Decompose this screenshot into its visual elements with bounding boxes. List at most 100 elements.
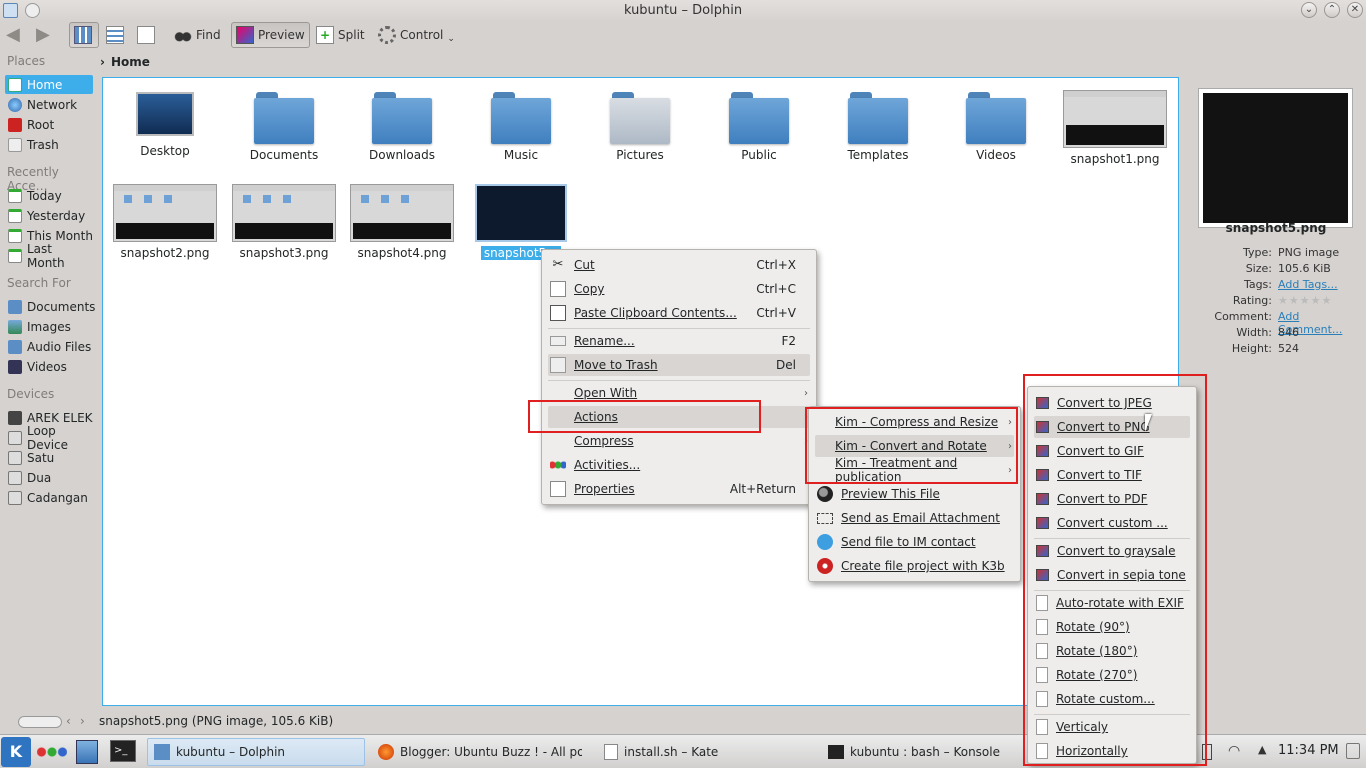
file-item[interactable]: snapshot1.png [1059, 90, 1171, 166]
file-item[interactable]: Documents [228, 92, 340, 162]
scroll-right-icon[interactable]: › [80, 714, 85, 728]
breadcrumb-home[interactable]: Home [111, 55, 150, 69]
find-label: Find [196, 28, 221, 42]
file-item[interactable]: Videos [940, 92, 1052, 162]
search-videos[interactable]: Videos [5, 357, 93, 376]
firefox-icon [378, 744, 394, 760]
activities-icon [550, 457, 566, 473]
rating-stars[interactable]: ★★★★★ [1278, 294, 1332, 307]
search-section-heading: Search For [7, 276, 71, 290]
folder-icon [372, 92, 432, 144]
control-button[interactable]: Control ⌄ [374, 22, 459, 48]
home-icon [8, 77, 22, 92]
menu-item-activities[interactable]: Activities... [548, 454, 810, 476]
dolphin-icon [154, 744, 170, 760]
split-button[interactable]: + Split [312, 22, 369, 48]
search-images[interactable]: Images [5, 317, 93, 336]
search-documents[interactable]: Documents [5, 297, 95, 316]
search-images-label: Images [27, 319, 71, 334]
activities-icon[interactable] [37, 747, 67, 757]
scroll-left-icon[interactable]: ‹ [66, 714, 71, 728]
place-network[interactable]: Network [5, 95, 93, 114]
terminal-launcher-icon[interactable]: >_ [110, 740, 136, 762]
preview-icon [236, 26, 254, 44]
search-videos-label: Videos [27, 359, 67, 374]
icons-view-icon [74, 26, 92, 44]
file-manager-launcher-icon[interactable] [76, 740, 98, 764]
forward-arrow-icon[interactable]: ▶ [36, 26, 56, 44]
place-root-label: Root [27, 117, 55, 132]
compact-view-icon [137, 26, 155, 44]
zoom-slider[interactable] [18, 716, 62, 728]
file-item[interactable]: snapshot3.png [228, 184, 340, 260]
preview-button[interactable]: Preview [231, 22, 310, 48]
close-button[interactable]: ✕ [1347, 2, 1363, 18]
find-button[interactable]: Find [170, 22, 225, 48]
tray-expand-icon[interactable]: ▲ [1258, 743, 1266, 756]
place-network-label: Network [27, 97, 78, 112]
device-loop[interactable]: Loop Device [5, 424, 93, 452]
chevron-right-icon: › [100, 55, 105, 69]
file-item[interactable]: Pictures [584, 92, 696, 162]
info-filename: snapshot5.png [1225, 221, 1327, 235]
file-item[interactable]: snapshot2.png [109, 184, 221, 260]
file-item[interactable]: Downloads [346, 92, 458, 162]
place-root[interactable]: Root [5, 115, 93, 134]
search-audio[interactable]: Audio Files [5, 337, 93, 356]
places-section-heading: Places [7, 54, 46, 68]
device-cadangan[interactable]: Cadangan [5, 488, 93, 507]
recent-yesterday[interactable]: Yesterday [5, 206, 93, 225]
menu-item-copy[interactable]: Copy Ctrl+C [548, 278, 810, 300]
compact-view-button[interactable] [133, 22, 161, 48]
icons-view-button[interactable] [69, 22, 99, 48]
add-tags-link[interactable]: Add Tags... [1278, 278, 1338, 291]
email-icon [817, 512, 833, 524]
gear-icon [378, 26, 396, 44]
file-item[interactable]: Public [703, 92, 815, 162]
menu-item-send-im[interactable]: Send file to IM contact [815, 531, 1014, 553]
menu-item-preview-file[interactable]: Preview This File [815, 483, 1014, 505]
details-view-icon [106, 26, 124, 44]
file-item[interactable]: snapshot4.png [346, 184, 458, 260]
menu-item-send-email[interactable]: Send as Email Attachment [815, 507, 1014, 529]
device-dua[interactable]: Dua [5, 468, 93, 487]
file-item[interactable]: Desktop [109, 92, 221, 158]
file-item[interactable]: Music [465, 92, 577, 162]
title-bar: kubuntu – Dolphin ⌄ ⌃ ✕ [0, 0, 1366, 22]
scissors-icon: ✂ [552, 257, 564, 272]
file-item[interactable]: Templates [822, 92, 934, 162]
recent-today[interactable]: Today [5, 186, 93, 205]
menu-item-move-to-trash[interactable]: Move to Trash Del [548, 354, 810, 376]
drive-icon [8, 450, 22, 465]
maximize-button[interactable]: ⌃ [1324, 2, 1340, 18]
kde-menu-icon[interactable]: K [1, 737, 31, 767]
folder-icon [254, 92, 314, 144]
menu-item-paste[interactable]: Paste Clipboard Contents... Ctrl+V [548, 302, 810, 324]
panel-toolbox-icon[interactable] [1346, 743, 1360, 759]
clipboard-icon [550, 305, 566, 321]
task-konsole[interactable]: kubuntu : bash – Konsole [822, 738, 1022, 766]
task-firefox[interactable]: Blogger: Ubuntu Buzz ! - All posts [372, 738, 582, 766]
recent-this-month-label: This Month [27, 228, 93, 243]
place-trash[interactable]: Trash [5, 135, 93, 154]
device-arek-elek-label: AREK ELEK [27, 410, 93, 425]
menu-item-k3b-project[interactable]: Create file project with K3b [815, 555, 1014, 577]
breadcrumb[interactable]: › Home [100, 52, 150, 72]
menu-item-compress[interactable]: Compress › [548, 430, 810, 452]
task-kate[interactable]: install.sh – Kate [598, 738, 798, 766]
drive-icon [8, 490, 22, 505]
minimize-button[interactable]: ⌄ [1301, 2, 1317, 18]
back-arrow-icon[interactable]: ◀ [6, 26, 26, 44]
details-view-button[interactable] [102, 22, 130, 48]
konsole-icon [828, 745, 844, 759]
clock[interactable]: 11:34 PM [1278, 743, 1339, 758]
recent-last-month[interactable]: Last Month [5, 242, 93, 270]
task-dolphin[interactable]: kubuntu – Dolphin [147, 738, 365, 766]
menu-item-properties[interactable]: Properties Alt+Return [548, 478, 810, 500]
wifi-icon[interactable]: ◠ [1228, 743, 1240, 759]
place-home[interactable]: Home [5, 75, 93, 94]
menu-item-rename[interactable]: Rename... F2 [548, 330, 810, 352]
device-satu[interactable]: Satu [5, 448, 93, 467]
menu-item-cut[interactable]: ✂ Cut Ctrl+X [548, 254, 810, 276]
drive-icon [8, 470, 22, 485]
